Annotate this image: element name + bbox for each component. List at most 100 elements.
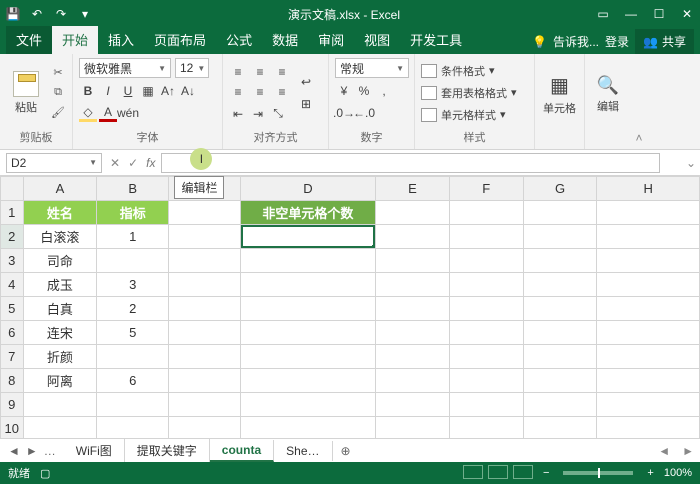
- cell[interactable]: [169, 345, 241, 369]
- sheet-nav-more-icon[interactable]: …: [44, 444, 56, 458]
- macro-record-icon[interactable]: ▢: [40, 467, 50, 480]
- cell[interactable]: [97, 417, 169, 439]
- qat-more-icon[interactable]: ▾: [78, 7, 92, 21]
- ribbon-options-icon[interactable]: ▭: [596, 7, 610, 21]
- new-sheet-button[interactable]: ⊕: [333, 444, 359, 458]
- cell[interactable]: [97, 393, 169, 417]
- cell[interactable]: [523, 345, 597, 369]
- cell[interactable]: [169, 225, 241, 249]
- copy-icon[interactable]: ⧉: [50, 85, 66, 101]
- cell[interactable]: [240, 393, 375, 417]
- cell[interactable]: [240, 297, 375, 321]
- cell[interactable]: [597, 297, 700, 321]
- select-all-corner[interactable]: [1, 177, 24, 201]
- tab-file[interactable]: 文件: [6, 26, 52, 54]
- cell[interactable]: [449, 321, 523, 345]
- cell[interactable]: [169, 417, 241, 439]
- close-icon[interactable]: ✕: [680, 7, 694, 21]
- col-header-D[interactable]: D: [240, 177, 375, 201]
- collapse-ribbon-icon[interactable]: ˄: [631, 54, 647, 149]
- cell[interactable]: [523, 297, 597, 321]
- horizontal-scroll-left-icon[interactable]: ◄: [652, 444, 676, 458]
- format-painter-icon[interactable]: 🖌: [50, 105, 66, 121]
- formula-bar[interactable]: I 编辑栏: [161, 153, 660, 173]
- cell[interactable]: [449, 417, 523, 439]
- sheet-nav-next-icon[interactable]: ►: [26, 444, 38, 458]
- cell[interactable]: [523, 249, 597, 273]
- cell[interactable]: [169, 201, 241, 225]
- tab-developer[interactable]: 开发工具: [400, 26, 472, 54]
- increase-decimal-icon[interactable]: .0→: [335, 104, 353, 122]
- tell-me[interactable]: 告诉我...: [553, 33, 599, 50]
- cell[interactable]: [169, 249, 241, 273]
- tab-insert[interactable]: 插入: [98, 26, 144, 54]
- decrease-decimal-icon[interactable]: ←.0: [355, 104, 373, 122]
- sheet-tab[interactable]: WiFi图: [64, 439, 125, 462]
- minimize-icon[interactable]: —: [624, 7, 638, 21]
- conditional-format-button[interactable]: 条件格式 ▾: [421, 61, 528, 81]
- sheet-nav-prev-icon[interactable]: ◄: [8, 444, 20, 458]
- cell[interactable]: [376, 321, 450, 345]
- cell[interactable]: [597, 225, 700, 249]
- percent-icon[interactable]: %: [355, 82, 373, 100]
- grow-font-icon[interactable]: A↑: [159, 82, 177, 100]
- zoom-level[interactable]: 100%: [664, 467, 692, 479]
- tab-home[interactable]: 开始: [52, 26, 98, 54]
- cell[interactable]: [597, 345, 700, 369]
- maximize-icon[interactable]: ☐: [652, 7, 666, 21]
- cell[interactable]: 6: [97, 369, 169, 393]
- shrink-font-icon[interactable]: A↓: [179, 82, 197, 100]
- cell[interactable]: [376, 273, 450, 297]
- sheet-tab[interactable]: 提取关键字: [125, 439, 210, 462]
- fill-color-button[interactable]: ◇: [79, 104, 97, 122]
- merge-center-icon[interactable]: ⊞: [297, 95, 315, 113]
- align-center-icon[interactable]: ≡: [251, 83, 269, 101]
- worksheet-grid[interactable]: A B C D E F G H 1 姓名 指标 非空单元格个数 2 白滚滚1 3…: [0, 176, 700, 438]
- cell[interactable]: [449, 225, 523, 249]
- cell[interactable]: [240, 321, 375, 345]
- cell[interactable]: [597, 321, 700, 345]
- row-header[interactable]: 7: [1, 345, 24, 369]
- save-icon[interactable]: 💾: [6, 7, 20, 21]
- page-break-view-icon[interactable]: [513, 465, 533, 479]
- cell[interactable]: 折颜: [23, 345, 97, 369]
- cell[interactable]: [376, 345, 450, 369]
- col-header-F[interactable]: F: [449, 177, 523, 201]
- cell[interactable]: [376, 393, 450, 417]
- cell[interactable]: [23, 417, 97, 439]
- fx-icon[interactable]: fx: [146, 156, 155, 170]
- cell[interactable]: [523, 201, 597, 225]
- tab-page-layout[interactable]: 页面布局: [144, 26, 216, 54]
- number-format-combo[interactable]: 常规▼: [335, 58, 409, 78]
- cell[interactable]: 白真: [23, 297, 97, 321]
- cell[interactable]: [376, 201, 450, 225]
- cell[interactable]: [449, 369, 523, 393]
- cell[interactable]: [597, 369, 700, 393]
- redo-icon[interactable]: ↷: [54, 7, 68, 21]
- cell[interactable]: [597, 273, 700, 297]
- cell[interactable]: [523, 369, 597, 393]
- align-middle-icon[interactable]: ≡: [251, 63, 269, 81]
- cell[interactable]: [376, 417, 450, 439]
- col-header-E[interactable]: E: [376, 177, 450, 201]
- wrap-text-icon[interactable]: ↩: [297, 73, 315, 91]
- tab-view[interactable]: 视图: [354, 26, 400, 54]
- bold-button[interactable]: B: [79, 82, 97, 100]
- cell[interactable]: [597, 249, 700, 273]
- font-size-combo[interactable]: 12▼: [175, 58, 209, 78]
- enter-formula-icon[interactable]: ✓: [128, 156, 138, 170]
- cell[interactable]: [240, 369, 375, 393]
- paste-button[interactable]: 粘贴: [6, 58, 46, 127]
- cell[interactable]: 白滚滚: [23, 225, 97, 249]
- cell[interactable]: [97, 249, 169, 273]
- sheet-tab-active[interactable]: counta: [210, 440, 274, 462]
- cell[interactable]: [597, 201, 700, 225]
- undo-icon[interactable]: ↶: [30, 7, 44, 21]
- editing-button[interactable]: 🔍编辑: [591, 58, 625, 131]
- cell[interactable]: [169, 273, 241, 297]
- page-layout-view-icon[interactable]: [488, 465, 508, 479]
- align-left-icon[interactable]: ≡: [229, 83, 247, 101]
- cell[interactable]: 阿离: [23, 369, 97, 393]
- row-header[interactable]: 8: [1, 369, 24, 393]
- cell[interactable]: 姓名: [23, 201, 97, 225]
